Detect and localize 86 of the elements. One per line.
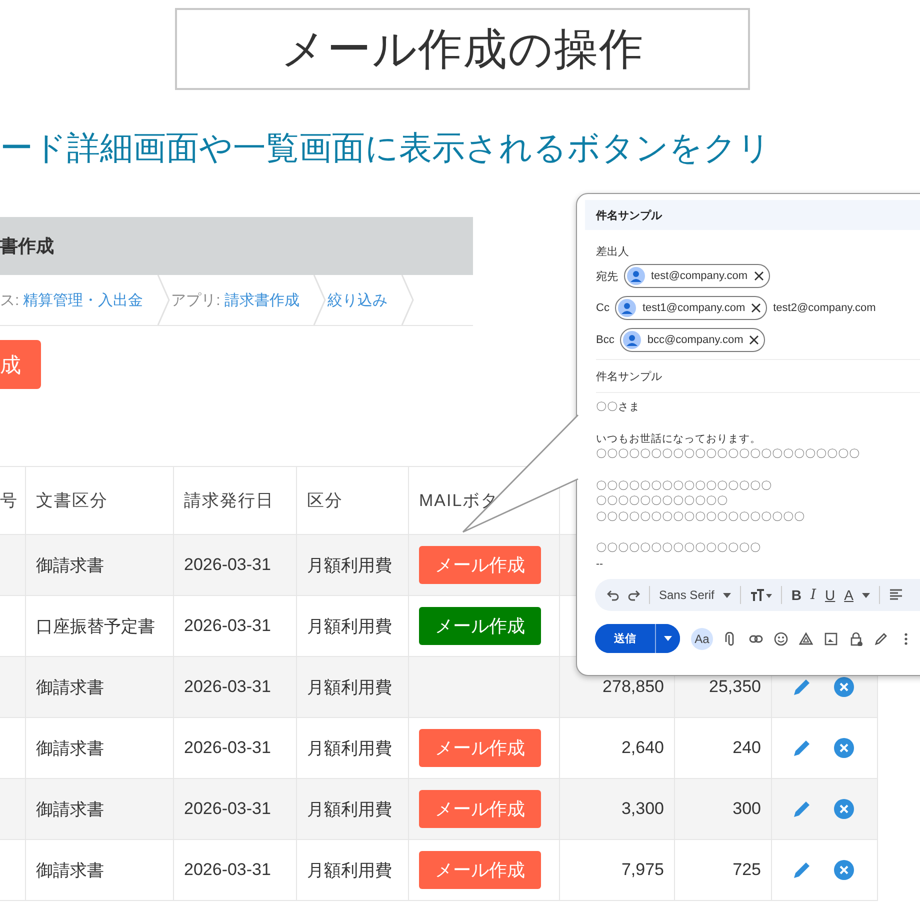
recipient-label: 宛先: [596, 270, 618, 284]
redo-icon[interactable]: [628, 589, 640, 601]
pencil-icon[interactable]: [792, 860, 812, 880]
table-cell: 2,640: [621, 738, 664, 758]
recipient-label: Cc: [596, 302, 610, 314]
avatar-icon: [627, 267, 645, 285]
send-options-button[interactable]: [655, 624, 680, 653]
body-line: 〇〇〇〇〇〇〇〇〇〇〇〇: [596, 494, 729, 509]
slide-subtitle: ード詳細画面や一覧画面に表示されるボタンをクリ: [0, 128, 772, 168]
popup-title: 件名サンプル: [585, 200, 920, 230]
column-header: 区分: [307, 490, 343, 512]
from-label: 差出人: [596, 245, 630, 260]
delete-icon[interactable]: [834, 860, 854, 880]
breadcrumb-label: アプリ:: [171, 290, 220, 310]
table-cell-text: 御請求書: [36, 860, 104, 882]
table-cell-text: 御請求書: [36, 798, 104, 820]
table-cell: 2026-03-31: [184, 555, 271, 575]
bold-button[interactable]: B: [791, 587, 802, 603]
recipient-label: Bcc: [596, 334, 614, 346]
remove-icon[interactable]: [751, 303, 762, 313]
table-cell: 7,975: [621, 860, 664, 880]
triangle-icon[interactable]: [799, 632, 813, 646]
table-cell: 2026-03-31: [184, 677, 271, 697]
table-cell-text: 月額利用費: [307, 616, 392, 638]
table-cell: 2026-03-31: [184, 616, 271, 636]
table-cell: 3,300: [621, 799, 664, 819]
italic-button[interactable]: I: [810, 587, 816, 603]
caret-icon: [664, 636, 672, 641]
body-line: 〇〇〇〇〇〇〇〇〇〇〇〇〇〇〇〇〇〇〇〇〇〇〇〇: [596, 447, 861, 462]
body-line: --: [596, 556, 604, 572]
table-cell-text: 月額利用費: [307, 676, 392, 698]
table-cell: 25,350: [709, 677, 761, 697]
column-header: 文書区分: [36, 490, 108, 512]
table-cell: 2026-03-31: [184, 860, 271, 880]
delete-icon[interactable]: [834, 799, 854, 819]
undo-icon[interactable]: [607, 589, 619, 601]
remove-icon[interactable]: [749, 335, 760, 345]
text-color-button[interactable]: A: [844, 587, 854, 603]
delete-icon[interactable]: [834, 677, 854, 697]
mail-create-button[interactable]: メール作成: [419, 607, 541, 645]
slide-title: メール作成の操作: [175, 8, 750, 90]
emoji-icon[interactable]: [774, 632, 788, 646]
recipient-text: test2@company.com: [773, 302, 876, 314]
recipient-chip[interactable]: bcc@company.com: [620, 328, 766, 352]
pencil-icon[interactable]: [792, 799, 812, 819]
font-select[interactable]: Sans Serif: [659, 588, 714, 602]
table-cell-text: 月額利用費: [307, 798, 392, 820]
table-cell-text: 口座振替予定書: [36, 616, 155, 638]
pencil-icon[interactable]: [792, 738, 812, 758]
remove-icon[interactable]: [754, 271, 764, 281]
avatar-icon: [618, 299, 636, 317]
table-cell-text: 月額利用費: [307, 738, 392, 760]
table-cell: 2026-03-31: [184, 799, 271, 819]
table-cell: 278,850: [602, 677, 664, 697]
underline-button[interactable]: U: [825, 587, 836, 603]
body-line: 〇〇〇〇〇〇〇〇〇〇〇〇〇〇〇〇〇〇〇: [596, 510, 806, 524]
delete-icon[interactable]: [834, 738, 854, 758]
caret-icon: [862, 592, 870, 598]
table-cell: 725: [732, 860, 761, 880]
table-cell: 2026-03-31: [184, 738, 271, 758]
body-line: 〇〇〇〇〇〇〇〇〇〇〇〇〇〇〇〇: [596, 478, 773, 494]
table-cell-text: 月額利用費: [307, 554, 392, 576]
table-cell-text: 御請求書: [36, 738, 104, 760]
breadcrumb-label: ス:: [0, 290, 20, 310]
body-line: いつもお世話になっております。: [596, 432, 762, 446]
recipient-chip[interactable]: test@company.com: [624, 264, 770, 288]
align-icon[interactable]: [889, 589, 904, 601]
table-cell-text: 御請求書: [36, 676, 104, 698]
table-cell: 300: [732, 799, 761, 819]
text-size-icon[interactable]: [750, 589, 772, 601]
table-cell-text: 御請求書: [36, 554, 104, 576]
body-line: 〇〇さま: [596, 400, 641, 415]
avatar-icon: [623, 331, 642, 349]
body-line: 〇〇〇〇〇〇〇〇〇〇〇〇〇〇〇: [596, 541, 762, 556]
table-cell-text: 月額利用費: [307, 860, 392, 882]
formatting-button[interactable]: Aa: [691, 628, 713, 650]
lock-icon[interactable]: [849, 632, 863, 646]
caret-icon: [723, 592, 732, 598]
page-header: 書作成: [0, 217, 473, 275]
table-cell: 240: [732, 738, 761, 758]
column-header: 号: [0, 490, 18, 512]
pen-icon[interactable]: [874, 632, 888, 646]
column-header: 請求発行日: [184, 490, 274, 512]
recipient-chip[interactable]: test1@company.com: [615, 296, 768, 320]
subject-field[interactable]: 件名サンプル: [596, 368, 662, 384]
image-icon[interactable]: [824, 632, 838, 646]
